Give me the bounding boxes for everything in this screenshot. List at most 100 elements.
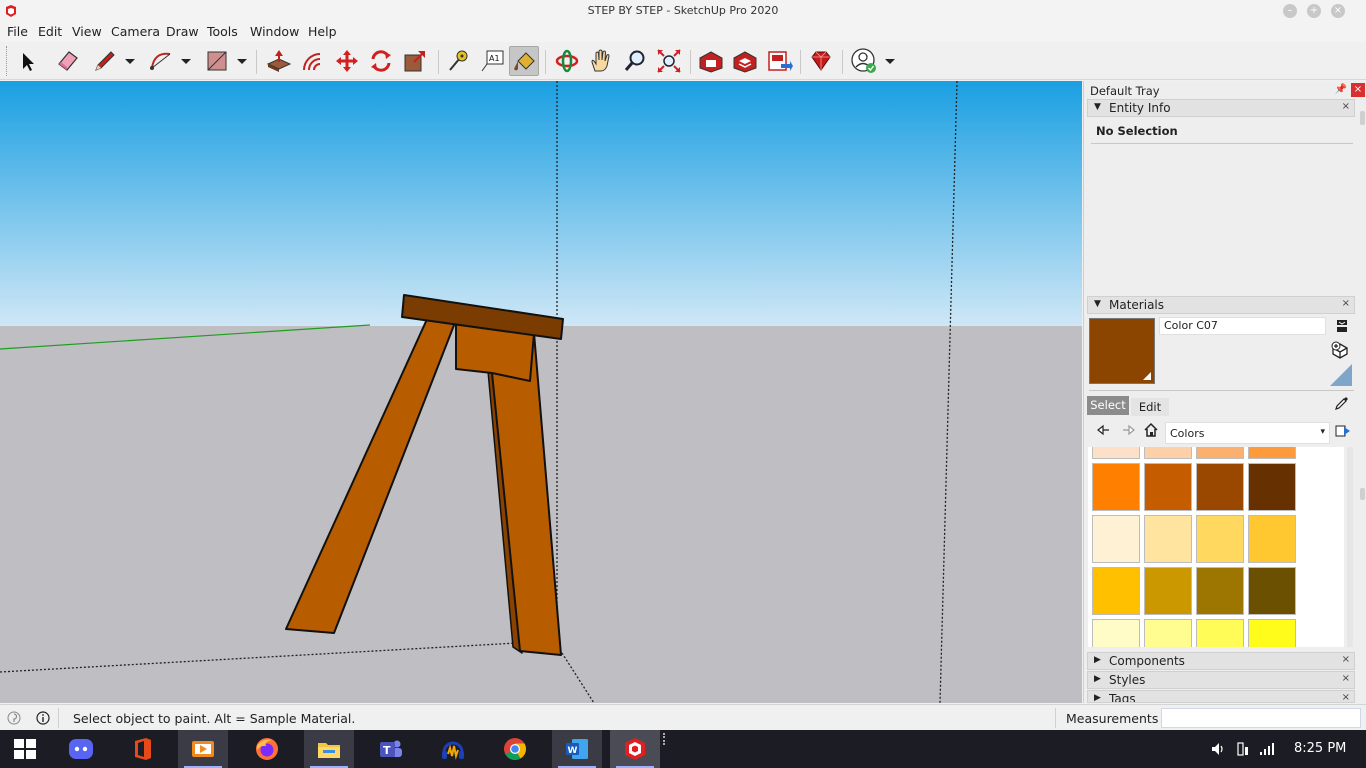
scene-canvas[interactable] [0, 81, 1082, 703]
material-swatch[interactable] [1092, 447, 1140, 459]
create-material-icon[interactable] [1331, 341, 1349, 359]
menu-edit[interactable]: Edit [38, 24, 62, 39]
swatch-scrollbar[interactable] [1347, 447, 1353, 647]
extension-manager-button[interactable] [806, 46, 836, 76]
close-button[interactable]: × [1331, 4, 1345, 18]
network-icon[interactable] [1235, 741, 1251, 757]
panel-close-icon[interactable]: × [1342, 654, 1350, 665]
sample-paint-eyedropper-icon[interactable] [1334, 395, 1350, 411]
panel-close-icon[interactable]: × [1342, 692, 1350, 702]
taskbar-sketchup[interactable] [610, 730, 660, 768]
minimize-button[interactable]: – [1283, 4, 1297, 18]
default-material-icon[interactable] [1330, 364, 1352, 386]
3d-warehouse-button[interactable] [696, 46, 726, 76]
material-swatch[interactable] [1092, 515, 1140, 563]
entity-info-header[interactable]: ▼ Entity Info × [1087, 99, 1355, 117]
paint-bucket-tool[interactable] [509, 46, 539, 76]
rectangle-tool[interactable] [202, 46, 232, 76]
material-name-field[interactable]: Color C07 [1159, 317, 1326, 335]
menu-view[interactable]: View [72, 24, 102, 39]
toolbar-grip[interactable] [6, 46, 9, 76]
materials-header[interactable]: ▼ Materials × [1087, 296, 1355, 314]
push-pull-tool[interactable] [264, 46, 294, 76]
menu-file[interactable]: File [7, 24, 28, 39]
taskbar-audacity[interactable] [428, 730, 478, 768]
styles-header[interactable]: ▶ Styles × [1087, 671, 1355, 689]
material-swatch[interactable] [1144, 463, 1192, 511]
tags-header[interactable]: ▶ Tags × [1087, 690, 1355, 703]
tray-close-icon[interactable]: × [1351, 83, 1365, 97]
line-tool-dropdown[interactable] [124, 46, 136, 76]
home-icon[interactable] [1143, 422, 1159, 438]
measurements-input[interactable] [1161, 708, 1361, 728]
material-swatch[interactable] [1196, 447, 1244, 459]
material-swatch[interactable] [1248, 463, 1296, 511]
arc-tool[interactable] [146, 46, 176, 76]
display-secondary-pane-icon[interactable] [1335, 319, 1349, 333]
material-swatch[interactable] [1248, 567, 1296, 615]
panel-close-icon[interactable]: × [1342, 298, 1350, 309]
back-arrow-icon[interactable] [1097, 423, 1111, 437]
signal-strength-icon[interactable] [1259, 741, 1275, 757]
material-swatch[interactable] [1144, 567, 1192, 615]
zoom-tool[interactable] [620, 46, 650, 76]
tape-measure-tool[interactable] [442, 46, 472, 76]
move-tool[interactable] [332, 46, 362, 76]
material-swatch[interactable] [1248, 447, 1296, 459]
pin-icon[interactable]: 📌 [1334, 83, 1348, 97]
details-arrow-icon[interactable] [1335, 423, 1351, 439]
materials-tab-select[interactable]: Select [1087, 396, 1129, 415]
material-library-select[interactable]: Colors ▾ [1165, 422, 1330, 444]
panel-close-icon[interactable]: × [1342, 101, 1350, 112]
material-swatch[interactable] [1196, 567, 1244, 615]
account-dropdown[interactable] [884, 46, 896, 76]
menu-draw[interactable]: Draw [166, 24, 199, 39]
material-swatch[interactable] [1196, 463, 1244, 511]
material-swatch[interactable] [1248, 515, 1296, 563]
pan-tool[interactable] [586, 46, 616, 76]
taskbar-chrome[interactable] [490, 730, 540, 768]
instructor-info-icon[interactable] [36, 711, 50, 725]
material-swatch[interactable] [1092, 463, 1140, 511]
material-swatch[interactable] [1248, 619, 1296, 647]
forward-arrow-icon[interactable] [1121, 423, 1135, 437]
current-material-preview[interactable] [1089, 318, 1155, 384]
taskbar-teams[interactable]: T [366, 730, 416, 768]
material-swatch[interactable] [1144, 447, 1192, 459]
zoom-extents-tool[interactable] [654, 46, 684, 76]
taskbar-discord[interactable] [56, 730, 106, 768]
tray-scrollbar-thumb[interactable] [1360, 488, 1365, 500]
geo-location-icon[interactable] [7, 711, 21, 725]
taskbar-office[interactable] [118, 730, 168, 768]
text-tool[interactable]: A1 [477, 46, 507, 76]
arc-tool-dropdown[interactable] [180, 46, 192, 76]
menu-camera[interactable]: Camera [111, 24, 160, 39]
line-tool[interactable] [90, 46, 120, 76]
rectangle-tool-dropdown[interactable] [236, 46, 248, 76]
menu-tools[interactable]: Tools [207, 24, 238, 39]
panel-close-icon[interactable]: × [1342, 673, 1350, 684]
material-swatch[interactable] [1092, 567, 1140, 615]
layout-button[interactable] [764, 46, 794, 76]
materials-tab-edit[interactable]: Edit [1131, 398, 1169, 416]
material-swatch[interactable] [1144, 619, 1192, 647]
model-viewport[interactable] [0, 81, 1082, 703]
taskbar-firefox[interactable] [242, 730, 292, 768]
material-swatch[interactable] [1196, 619, 1244, 647]
taskbar-file-explorer[interactable] [304, 730, 354, 768]
material-swatch[interactable] [1144, 515, 1192, 563]
speaker-icon[interactable] [1210, 741, 1226, 757]
tray-scrollbar[interactable] [1360, 111, 1365, 125]
rotate-tool[interactable] [366, 46, 396, 76]
offset-tool[interactable] [298, 46, 328, 76]
taskbar-media-player[interactable] [178, 730, 228, 768]
taskbar-overflow-dots[interactable] [663, 733, 666, 745]
taskbar-clock[interactable]: 8:25 PM [1294, 741, 1346, 756]
material-swatch[interactable] [1092, 619, 1140, 647]
eraser-tool[interactable] [53, 46, 83, 76]
extension-warehouse-button[interactable] [730, 46, 760, 76]
scale-tool[interactable] [400, 46, 430, 76]
menu-help[interactable]: Help [308, 24, 337, 39]
orbit-tool[interactable] [552, 46, 582, 76]
taskbar-word[interactable]: W [552, 730, 602, 768]
